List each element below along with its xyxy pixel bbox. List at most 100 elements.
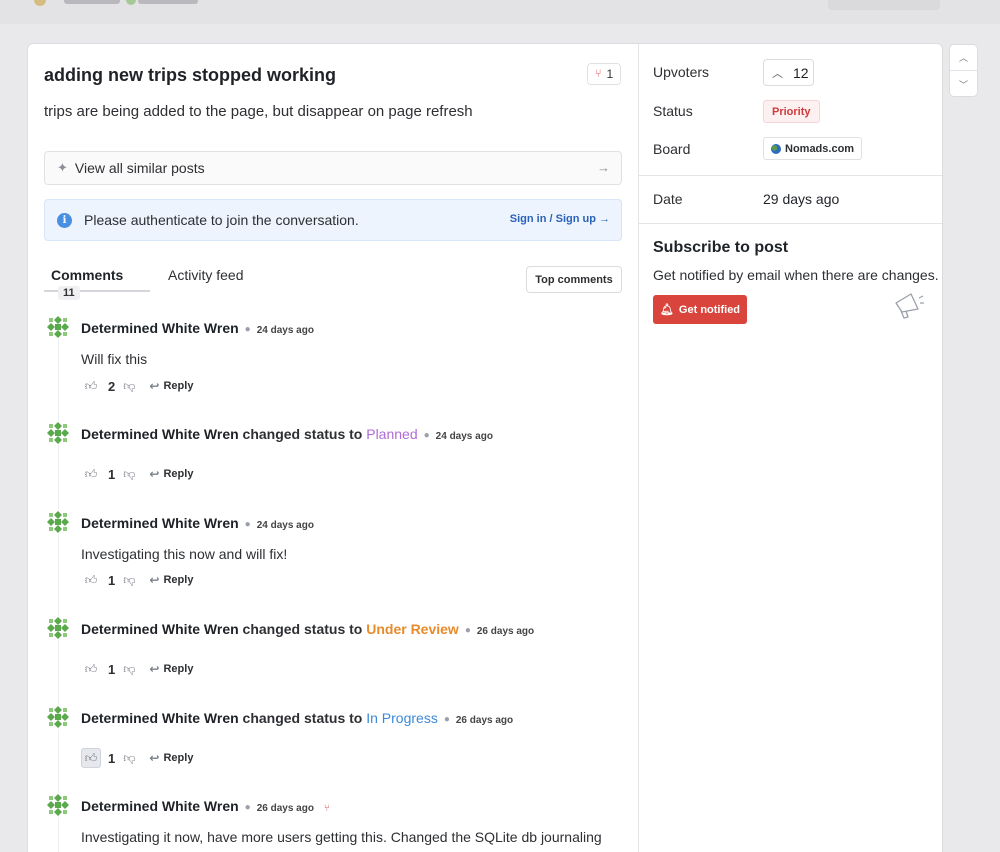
auth-message: Please authenticate to join the conversa… bbox=[84, 212, 359, 228]
post-main: adding new trips stopped working ⑂ 1 tri… bbox=[28, 44, 638, 852]
globe-icon bbox=[771, 143, 781, 154]
comment-body: Investigating it now, have more users ge… bbox=[81, 829, 602, 852]
vote-count: 1 bbox=[108, 750, 116, 766]
thumb-down-icon[interactable]: 👎︎ bbox=[123, 467, 135, 482]
reply-icon: ↩ bbox=[149, 467, 160, 481]
upvote-button[interactable]: ︿ 12 bbox=[763, 59, 814, 86]
comment-header: Determined White Wren changed status to … bbox=[81, 426, 493, 442]
thread-line bbox=[58, 332, 59, 852]
upvoters-label: Upvoters bbox=[653, 64, 710, 80]
thumb-up-icon[interactable]: 👍︎ bbox=[81, 464, 101, 484]
reply-icon: ↩ bbox=[149, 751, 160, 765]
thumb-down-icon[interactable]: 👎︎ bbox=[123, 662, 135, 677]
upvote-count: 12 bbox=[793, 64, 809, 81]
post-description: trips are being added to the page, but d… bbox=[44, 103, 473, 120]
comment-header: Determined White Wren ● 26 days ago ⑂ bbox=[81, 798, 330, 814]
comment-time: 26 days ago bbox=[256, 803, 314, 814]
post-modal: adding new trips stopped working ⑂ 1 tri… bbox=[27, 43, 943, 852]
comment-time: 24 days ago bbox=[435, 431, 493, 442]
sort-comments-button[interactable]: Top comments bbox=[526, 266, 622, 293]
status-change-text: changed status to bbox=[242, 426, 363, 442]
background-header bbox=[0, 0, 1000, 24]
merged-posts-button[interactable]: ⑂ 1 bbox=[587, 63, 621, 85]
comment-author[interactable]: Determined White Wren bbox=[81, 515, 239, 531]
reply-icon: ↩ bbox=[149, 573, 160, 587]
merge-icon: ⑂ bbox=[594, 68, 602, 80]
arrow-right-icon: → bbox=[597, 160, 610, 175]
vote-count: 1 bbox=[108, 466, 116, 482]
status-change-text: changed status to bbox=[242, 710, 363, 726]
avatar bbox=[46, 705, 70, 729]
comment-tabs: Comments 11 Activity feed Top comments bbox=[44, 264, 622, 300]
reply-button[interactable]: ↩ Reply bbox=[149, 379, 193, 393]
reply-label: Reply bbox=[163, 663, 194, 675]
comment-author[interactable]: Determined White Wren bbox=[81, 320, 239, 336]
comments-count-badge: 11 bbox=[58, 286, 80, 300]
thumb-up-icon[interactable]: 👍︎ bbox=[81, 570, 101, 590]
reply-button[interactable]: ↩ Reply bbox=[149, 751, 193, 765]
comment-author[interactable]: Determined White Wren bbox=[81, 710, 239, 726]
get-notified-label: Get notified bbox=[678, 303, 741, 316]
date-label: Date bbox=[653, 191, 683, 207]
divider bbox=[639, 175, 942, 176]
status-in-progress: In Progress bbox=[366, 710, 438, 726]
comment-header: Determined White Wren ● 24 days ago bbox=[81, 515, 314, 531]
get-notified-button[interactable]: 🔔︎ Get notified bbox=[653, 295, 747, 324]
reply-button[interactable]: ↩ Reply bbox=[149, 573, 193, 587]
bell-icon: 🔔︎ bbox=[659, 304, 674, 316]
divider bbox=[639, 223, 942, 224]
reply-label: Reply bbox=[163, 380, 194, 392]
comment-body: Investigating this now and will fix! bbox=[81, 546, 288, 562]
comment-actions: 👍︎ 1 👎︎ ↩ Reply bbox=[81, 659, 194, 679]
thumb-down-icon[interactable]: 👎︎ bbox=[123, 379, 135, 394]
post-sidebar: Upvoters ︿ 12 Status Priority Board Noma… bbox=[638, 44, 942, 852]
sparkle-icon: ✦ bbox=[57, 160, 68, 175]
auth-banner: i Please authenticate to join the conver… bbox=[44, 199, 622, 241]
comment-header: Determined White Wren changed status to … bbox=[81, 710, 514, 726]
post-title: adding new trips stopped working bbox=[44, 65, 337, 85]
comment-time: 24 days ago bbox=[256, 520, 314, 531]
avatar bbox=[46, 421, 70, 445]
chevron-up-icon: ︿ bbox=[772, 67, 783, 80]
reply-icon: ↩ bbox=[149, 379, 160, 393]
sign-in-link[interactable]: Sign in / Sign up → bbox=[510, 213, 610, 225]
vote-count: 2 bbox=[108, 378, 116, 394]
thumb-up-icon[interactable]: 👍︎ bbox=[81, 376, 101, 396]
comment-author[interactable]: Determined White Wren bbox=[81, 426, 239, 442]
tab-comments[interactable]: Comments 11 bbox=[44, 264, 150, 300]
subscribe-title: Subscribe to post bbox=[653, 239, 789, 256]
reply-label: Reply bbox=[163, 752, 194, 764]
comment-body: Will fix this bbox=[81, 351, 148, 367]
reply-button[interactable]: ↩ Reply bbox=[149, 467, 193, 481]
reply-label: Reply bbox=[163, 468, 194, 480]
reply-label: Reply bbox=[163, 574, 194, 586]
comment-actions: 👍︎ 1 👎︎ ↩ Reply bbox=[81, 748, 193, 768]
tab-activity-feed[interactable]: Activity feed bbox=[168, 267, 243, 283]
thumb-down-icon[interactable]: 👎︎ bbox=[123, 751, 135, 766]
view-similar-posts-button[interactable]: ✦ View all similar posts → bbox=[44, 151, 622, 185]
comment-time: 24 days ago bbox=[256, 325, 314, 336]
background-nav bbox=[828, 0, 940, 10]
chevron-down-icon[interactable]: ﹀ bbox=[950, 71, 977, 97]
comment-author[interactable]: Determined White Wren bbox=[81, 621, 239, 637]
info-icon: i bbox=[57, 212, 72, 228]
megaphone-icon bbox=[895, 293, 924, 319]
reply-icon: ↩ bbox=[149, 662, 160, 676]
board-badge[interactable]: Nomads.com bbox=[763, 137, 863, 160]
vote-count: 1 bbox=[108, 661, 116, 677]
board-label: Board bbox=[653, 141, 691, 157]
similar-label: View all similar posts bbox=[74, 160, 205, 176]
avatar bbox=[46, 793, 70, 817]
comment-actions: 👍︎ 2 👎︎ ↩ Reply bbox=[81, 376, 194, 396]
subscribe-description: Get notified by email when there are cha… bbox=[653, 267, 939, 283]
background-logo bbox=[34, 0, 204, 8]
thumb-down-icon[interactable]: 👎︎ bbox=[123, 573, 135, 588]
date-value: 29 days ago bbox=[763, 191, 840, 207]
post-navigation: ︿ ﹀ bbox=[949, 44, 978, 97]
thumb-up-icon[interactable]: 👍︎ bbox=[81, 748, 101, 768]
comment-author[interactable]: Determined White Wren bbox=[81, 798, 239, 814]
chevron-up-icon[interactable]: ︿ bbox=[950, 45, 977, 71]
reply-button[interactable]: ↩ Reply bbox=[149, 662, 193, 676]
thumb-up-icon[interactable]: 👍︎ bbox=[81, 659, 101, 679]
avatar bbox=[46, 510, 70, 534]
